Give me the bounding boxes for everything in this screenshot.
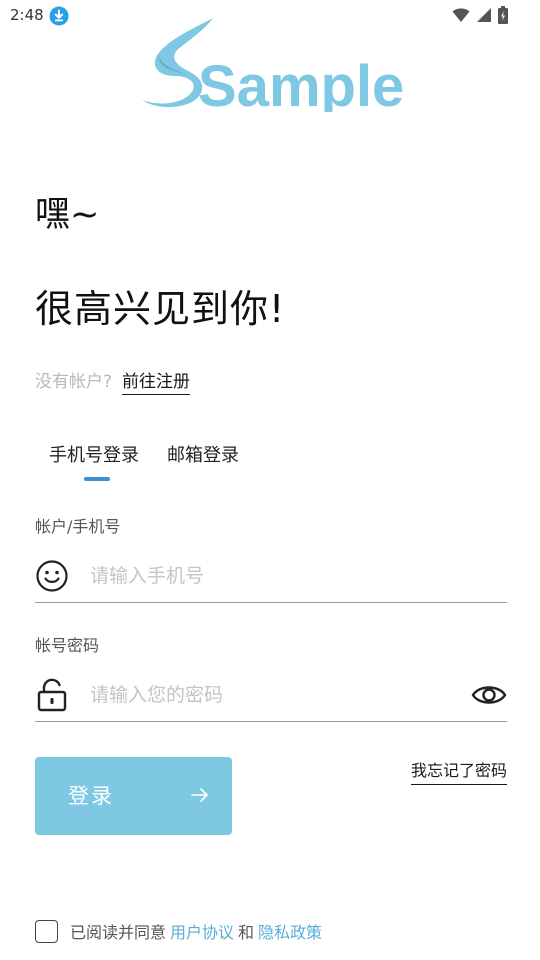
logo-text: Sample [198, 54, 404, 112]
account-field-label: 帐户/手机号 [35, 517, 121, 536]
password-field-label: 帐号密码 [35, 636, 100, 655]
agreement-and: 和 [238, 923, 255, 942]
register-link[interactable]: 前往注册 [122, 367, 191, 395]
privacy-policy-link[interactable]: 隐私政策 [258, 919, 322, 943]
password-field [35, 670, 507, 722]
arrow-right-icon [191, 788, 208, 802]
phone-input[interactable] [90, 559, 460, 593]
status-icons [452, 6, 508, 24]
login-button-label: 登录 [68, 784, 114, 808]
signal-icon [477, 8, 491, 22]
login-button[interactable]: 登录 [35, 757, 232, 835]
user-agreement-link[interactable]: 用户协议 [170, 919, 234, 943]
agreement-row: 已阅读并同意 用户协议 和 隐私政策 [35, 919, 322, 943]
battery-icon [498, 6, 508, 24]
smiley-icon [36, 560, 68, 592]
login-tabs: 手机号登录 邮箱登录 [49, 441, 239, 467]
sample-logo: Sample [142, 18, 404, 112]
unlock-icon [37, 678, 67, 712]
download-notification-icon [49, 6, 69, 26]
wifi-icon [452, 8, 470, 22]
register-row: 没有帐户? 前往注册 [35, 367, 191, 395]
no-account-text: 没有帐户? [35, 372, 113, 392]
tab-email-login[interactable]: 邮箱登录 [167, 441, 239, 467]
password-input[interactable] [90, 678, 460, 712]
status-time: 2:48 [10, 6, 44, 24]
welcome-heading: 很高兴见到你! [35, 287, 286, 331]
forgot-password-link[interactable]: 我忘记了密码 [410, 757, 507, 785]
tab-phone-login[interactable]: 手机号登录 [49, 441, 139, 467]
account-field [35, 551, 507, 603]
active-tab-indicator [84, 477, 110, 481]
greeting-text: 嘿~ [35, 195, 100, 235]
agreement-prefix: 已阅读并同意 [70, 923, 167, 942]
agreement-checkbox[interactable] [35, 919, 58, 943]
eye-icon[interactable] [471, 680, 507, 710]
